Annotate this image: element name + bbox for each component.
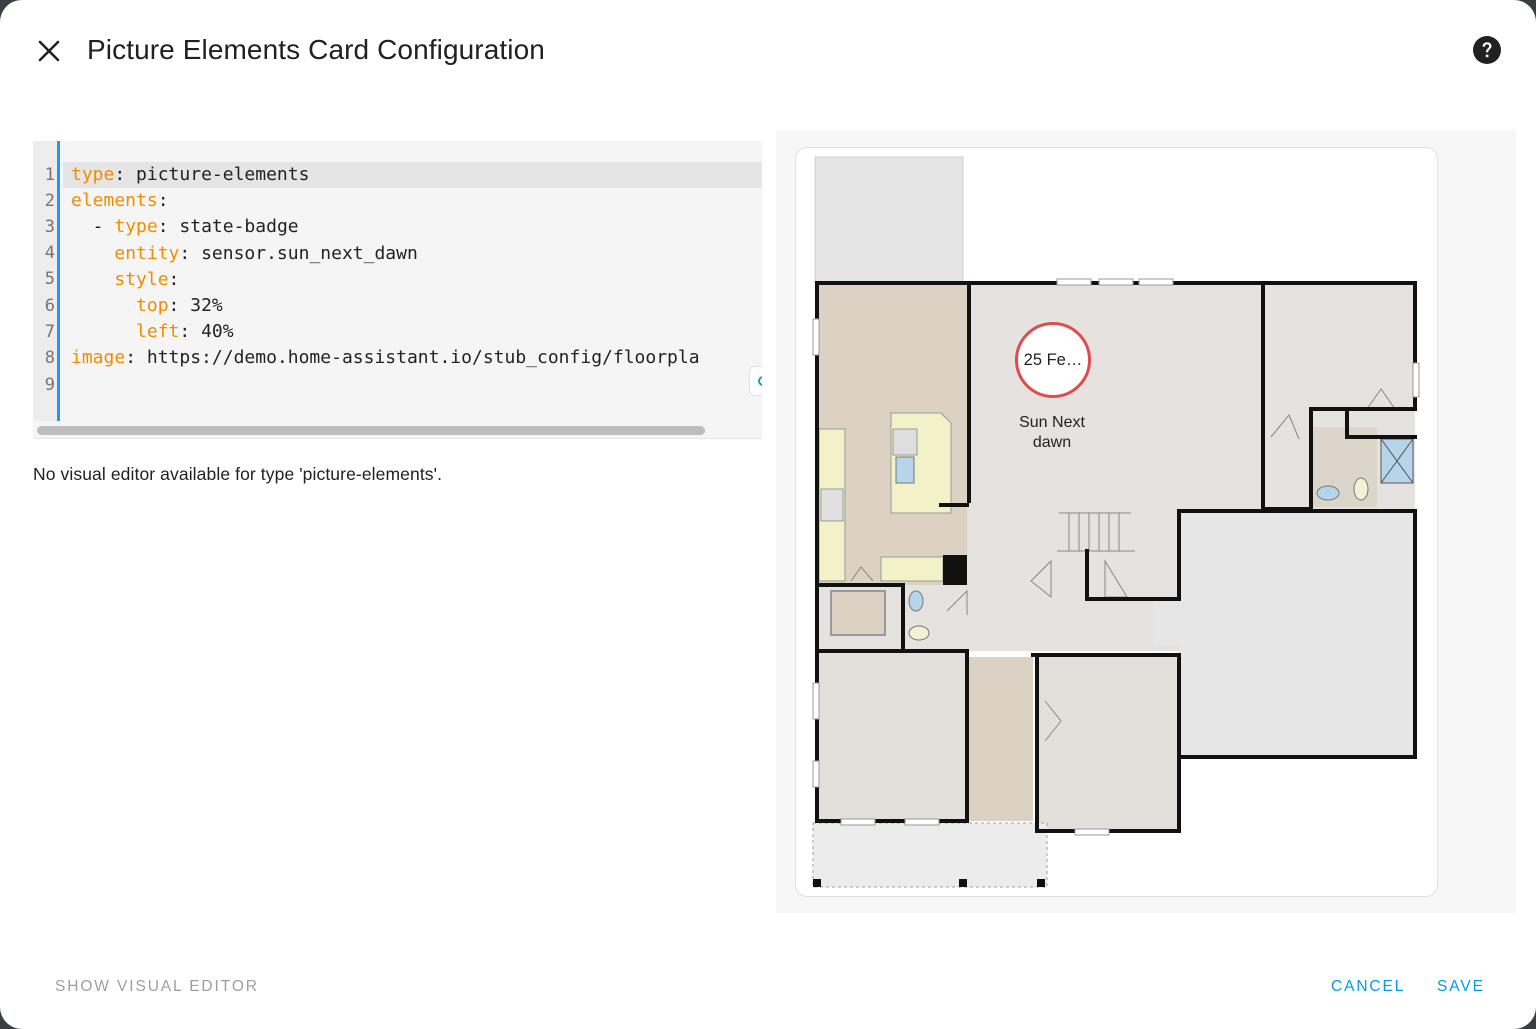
close-icon [38,40,60,62]
card-config-dialog: Picture Elements Card Configuration 1 2 … [0,0,1536,1029]
close-button[interactable] [30,32,68,70]
line-number: 2 [44,191,55,211]
picture-elements-card [795,147,1438,897]
code-line: entity: sensor.sun_next_dawn [114,242,418,264]
line-number: 4 [44,243,55,263]
dialog-header: Picture Elements Card Configuration [0,0,1536,100]
code-line: type: picture-elements [71,164,310,185]
code-line: left: 40% [136,321,234,343]
code-line: top: 32% [136,294,223,316]
floorplan-image [812,156,1420,888]
line-number: 1 [44,165,55,185]
state-badge-value: 25 Fe… [1023,350,1083,369]
code-line: image: https://demo.home-assistant.io/st… [71,347,700,369]
no-visual-editor-message: No visual editor available for type 'pic… [33,464,443,484]
line-number: 8 [44,348,55,368]
line-number: 5 [44,269,55,289]
code-line: style: [114,268,180,290]
line-number: 3 [44,217,55,237]
help-circle-icon [1473,36,1501,64]
cancel-button[interactable]: Cancel [1331,976,1405,998]
state-badge-label-line: dawn [1032,434,1072,451]
horizontal-scrollbar-thumb[interactable] [37,426,705,435]
show-visual-editor-button[interactable]: Show visual editor [55,976,259,998]
line-number: 6 [44,296,55,316]
grammar-check-icon[interactable] [749,366,762,396]
save-button[interactable]: Save [1437,976,1485,998]
help-button[interactable] [1470,33,1504,67]
dialog-title: Picture Elements Card Configuration [87,34,545,65]
yaml-code-editor[interactable]: 1 2 3 4 5 6 7 8 9 type: picture-elements… [33,141,762,439]
state-badge-label-line: Sun Next [1019,414,1085,431]
code-line: elements: [71,190,169,212]
line-number-gutter: 1 2 3 4 5 6 7 8 9 [33,141,60,421]
state-badge[interactable]: 25 Fe… [1015,322,1091,398]
line-number: 7 [44,322,55,342]
code-content[interactable]: type: picture-elements elements: - type:… [71,162,762,398]
code-line: - type: state-badge [71,216,299,238]
state-badge-label: Sun Next dawn [992,413,1112,453]
line-number: 9 [44,375,55,395]
